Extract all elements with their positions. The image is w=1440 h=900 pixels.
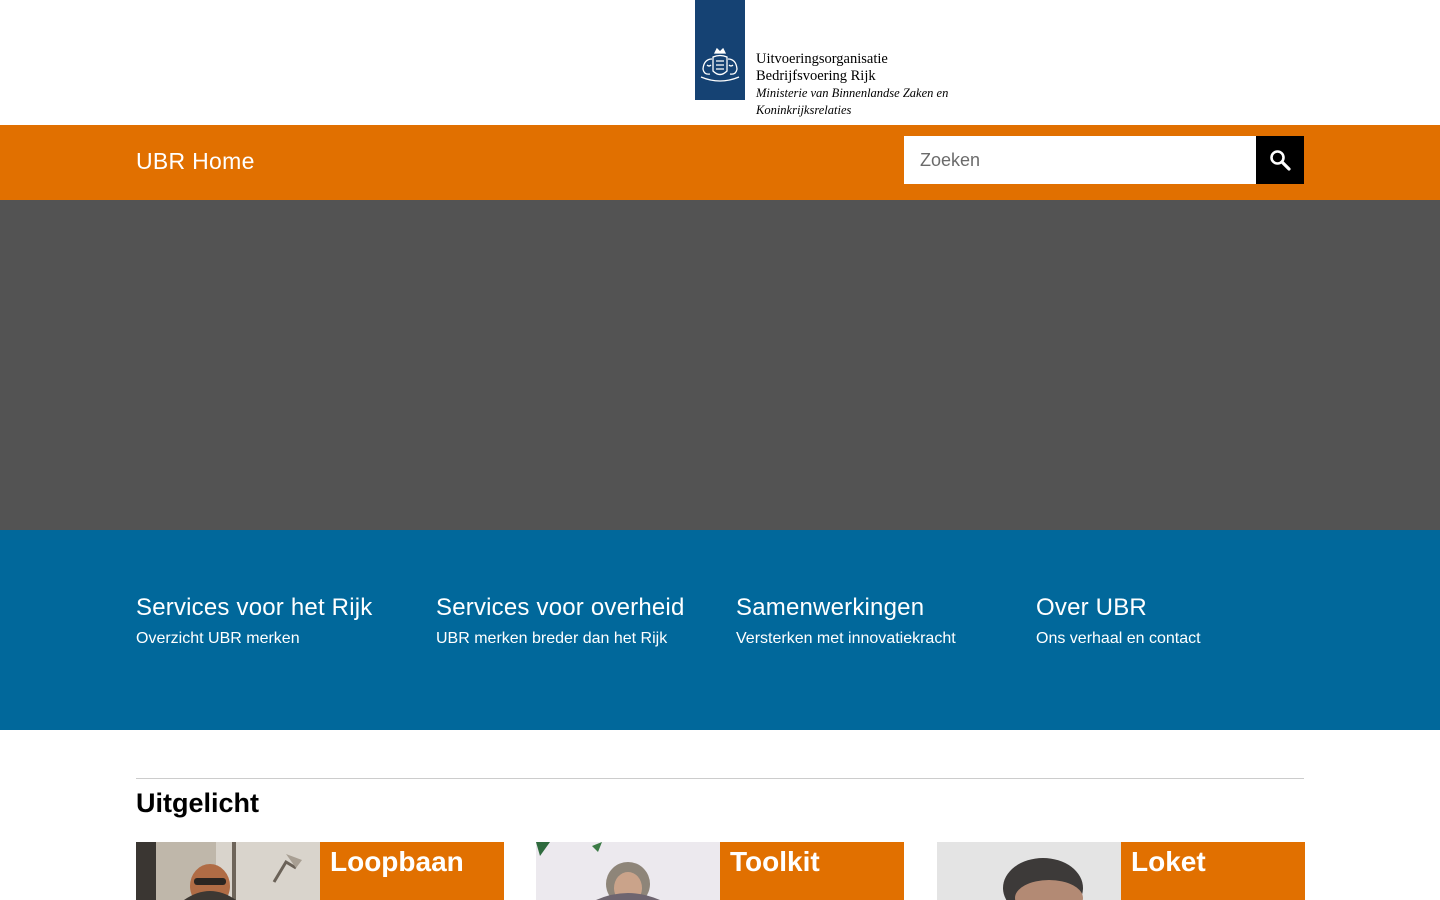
- band-link-services-rijk[interactable]: Services voor het Rijk: [136, 592, 426, 624]
- hero-image: [0, 200, 1440, 530]
- logo-text: Uitvoeringsorganisatie Bedrijfsvoering R…: [756, 51, 948, 119]
- logo-organisation-2: Bedrijfsvoering Rijk: [756, 68, 876, 84]
- card-label: Toolkit: [730, 846, 820, 877]
- band-link-services-overheid[interactable]: Services voor overheid: [436, 592, 726, 624]
- card-label-box: Loopbaan: [320, 842, 504, 900]
- home-link[interactable]: UBR Home: [136, 148, 255, 175]
- card-photo: [937, 842, 1121, 900]
- band-sublink-over-ubr[interactable]: Ons verhaal en contact: [1036, 628, 1326, 650]
- coat-of-arms-icon: [700, 47, 740, 82]
- featured-card-loopbaan[interactable]: Loopbaan: [136, 842, 504, 900]
- card-label: Loket: [1131, 846, 1206, 877]
- site-header: Uitvoeringsorganisatie Bedrijfsvoering R…: [0, 0, 1440, 125]
- band-link-samenwerkingen[interactable]: Samenwerkingen: [736, 592, 1026, 624]
- logo-ministry-2: Koninkrijksrelaties: [756, 103, 852, 117]
- section-divider: [136, 778, 1304, 779]
- search-button[interactable]: [1256, 136, 1304, 184]
- logo-link[interactable]: [695, 0, 745, 100]
- card-label-box: Toolkit: [720, 842, 904, 900]
- featured-card-loket[interactable]: Loket: [937, 842, 1305, 900]
- section-title: Uitgelicht: [136, 788, 260, 818]
- card-label-box: Loket: [1121, 842, 1305, 900]
- band-column-overheid: Services voor overheid UBR merken breder…: [436, 592, 726, 650]
- logo-ministry: Ministerie van Binnenlandse Zaken en: [756, 86, 949, 100]
- band-sublink-samenwerkingen[interactable]: Versterken met innovatiekracht: [736, 628, 1026, 650]
- search-input[interactable]: [904, 136, 1256, 184]
- band-column-samenwerkingen: Samenwerkingen Versterken met innovatiek…: [736, 592, 1026, 650]
- band-sublink-services-rijk[interactable]: Overzicht UBR merken: [136, 628, 426, 650]
- band-column-over-ubr: Over UBR Ons verhaal en contact: [1036, 592, 1326, 650]
- card-photo: [536, 842, 720, 900]
- band-column-rijk: Services voor het Rijk Overzicht UBR mer…: [136, 592, 426, 650]
- card-label: Loopbaan: [330, 846, 464, 877]
- logo-organisation: Uitvoeringsorganisatie: [756, 51, 888, 67]
- featured-card-toolkit[interactable]: Toolkit: [536, 842, 904, 900]
- band-link-over-ubr[interactable]: Over UBR: [1036, 592, 1326, 624]
- band-sublink-services-overheid[interactable]: UBR merken breder dan het Rijk: [436, 628, 726, 650]
- search-icon: [1270, 150, 1291, 171]
- card-photo: [136, 842, 320, 900]
